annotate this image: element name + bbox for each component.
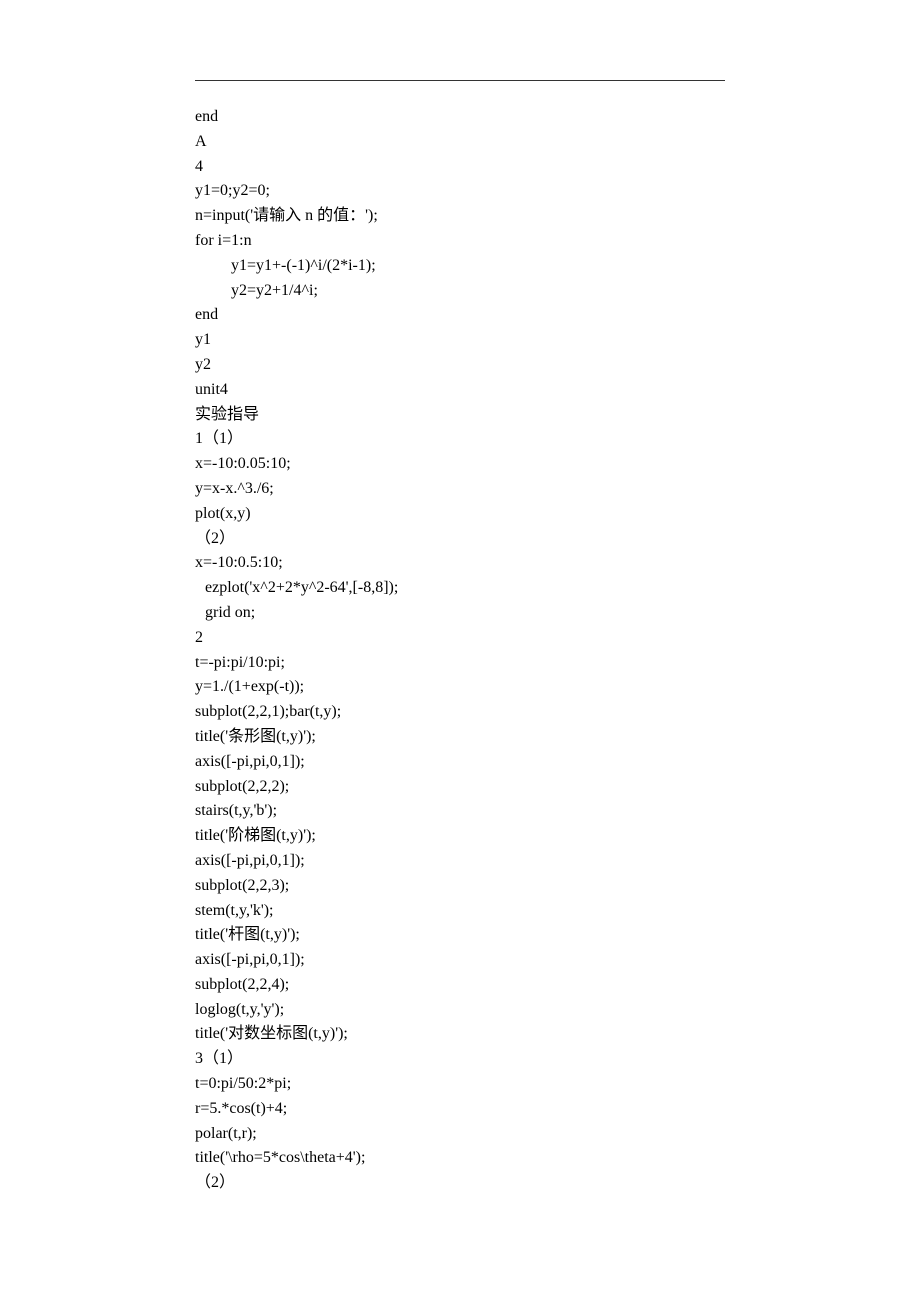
- code-line: grid on;: [195, 601, 725, 626]
- code-line: t=0:pi/50:2*pi;: [195, 1072, 725, 1097]
- code-line: y=x-x.^3./6;: [195, 477, 725, 502]
- code-line: 4: [195, 155, 725, 180]
- code-line: x=-10:0.5:10;: [195, 551, 725, 576]
- code-line: stairs(t,y,'b');: [195, 799, 725, 824]
- code-line: 1（1）: [195, 427, 725, 452]
- code-line: A: [195, 130, 725, 155]
- code-line: x=-10:0.05:10;: [195, 452, 725, 477]
- code-line: 3（1）: [195, 1047, 725, 1072]
- code-line: subplot(2,2,1);bar(t,y);: [195, 700, 725, 725]
- code-content: endA4y1=0;y2=0;n=input('请输入 n 的值：');for …: [195, 105, 725, 1196]
- code-line: n=input('请输入 n 的值：');: [195, 204, 725, 229]
- code-line: title('阶梯图(t,y)');: [195, 824, 725, 849]
- code-line: （2）: [195, 527, 725, 552]
- code-line: loglog(t,y,'y');: [195, 998, 725, 1023]
- code-line: r=5.*cos(t)+4;: [195, 1097, 725, 1122]
- code-line: end: [195, 303, 725, 328]
- code-line: axis([-pi,pi,0,1]);: [195, 948, 725, 973]
- code-line: y1=0;y2=0;: [195, 179, 725, 204]
- code-line: subplot(2,2,4);: [195, 973, 725, 998]
- horizontal-rule: [195, 80, 725, 81]
- code-line: axis([-pi,pi,0,1]);: [195, 750, 725, 775]
- code-line: plot(x,y): [195, 502, 725, 527]
- code-line: unit4: [195, 378, 725, 403]
- code-line: title('\rho=5*cos\theta+4');: [195, 1146, 725, 1171]
- code-line: t=-pi:pi/10:pi;: [195, 651, 725, 676]
- code-line: y1: [195, 328, 725, 353]
- code-line: subplot(2,2,2);: [195, 775, 725, 800]
- code-line: ezplot('x^2+2*y^2-64',[-8,8]);: [195, 576, 725, 601]
- code-line: for i=1:n: [195, 229, 725, 254]
- code-line: polar(t,r);: [195, 1122, 725, 1147]
- code-line: axis([-pi,pi,0,1]);: [195, 849, 725, 874]
- code-line: y1=y1+-(-1)^i/(2*i-1);: [195, 254, 725, 279]
- code-line: title('杆图(t,y)');: [195, 923, 725, 948]
- code-line: title('条形图(t,y)');: [195, 725, 725, 750]
- document-page: endA4y1=0;y2=0;n=input('请输入 n 的值：');for …: [0, 0, 920, 1256]
- code-line: y2: [195, 353, 725, 378]
- code-line: end: [195, 105, 725, 130]
- code-line: stem(t,y,'k');: [195, 899, 725, 924]
- code-line: title('对数坐标图(t,y)');: [195, 1022, 725, 1047]
- code-line: 2: [195, 626, 725, 651]
- code-line: 实验指导: [195, 403, 725, 428]
- code-line: y2=y2+1/4^i;: [195, 279, 725, 304]
- code-line: subplot(2,2,3);: [195, 874, 725, 899]
- code-line: （2）: [195, 1171, 725, 1196]
- code-line: y=1./(1+exp(-t));: [195, 675, 725, 700]
